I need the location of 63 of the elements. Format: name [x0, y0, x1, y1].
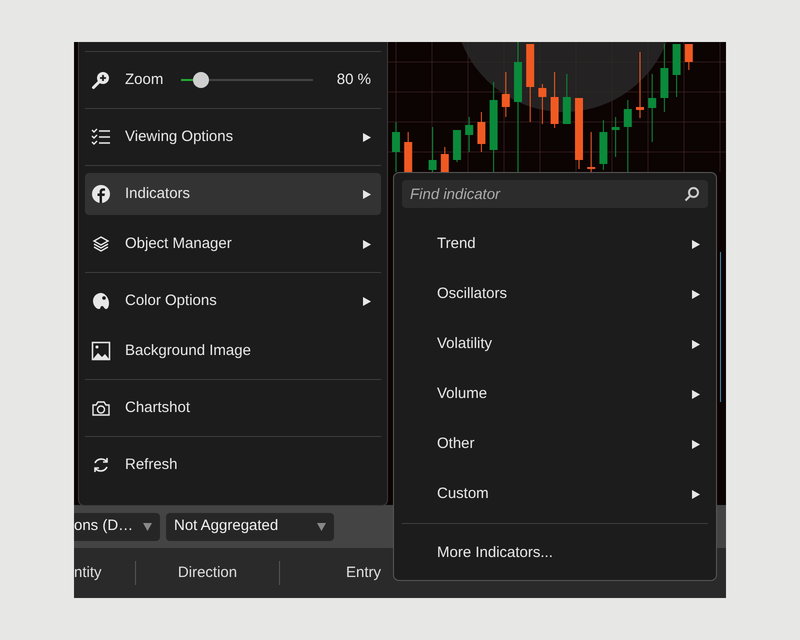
candle [502, 72, 510, 118]
candle [392, 122, 400, 172]
candle [538, 84, 546, 124]
palette-icon [91, 291, 111, 311]
submenu-arrow-icon [692, 490, 700, 498]
menu-item[interactable]: Color Options [85, 280, 381, 322]
image-icon [91, 341, 111, 361]
submenu-arrow-icon [363, 190, 371, 198]
submenu-arrow-icon [692, 290, 700, 298]
menu-item[interactable]: More Indicators... [402, 528, 708, 578]
menu-item[interactable]: Chartshot [85, 387, 381, 429]
submenu-arrow-icon [692, 440, 700, 448]
candle [477, 112, 486, 152]
menu-label: Zoom [125, 70, 164, 90]
candle [587, 132, 596, 172]
dropdown[interactable]: ons (D… [74, 512, 160, 540]
candle [453, 130, 461, 162]
menu-item[interactable]: Other [402, 419, 708, 469]
search-icon [684, 186, 700, 202]
dropdown[interactable]: Not Aggregated [166, 512, 334, 540]
column-header: Entry [346, 562, 382, 583]
candle [404, 132, 412, 172]
menu-item[interactable]: Volume [402, 369, 708, 419]
candle [562, 74, 571, 124]
candle [612, 116, 620, 158]
zoom-in-icon [91, 70, 111, 90]
candle [660, 44, 668, 112]
search-field[interactable]: Find indicator [402, 180, 708, 208]
zoom-value: 80 % [336, 70, 371, 90]
menu-item[interactable]: Viewing Options [85, 116, 381, 158]
candle [684, 44, 693, 70]
submenu-arrow-icon [363, 240, 371, 248]
zoom-slider[interactable] [181, 72, 313, 88]
menu-item[interactable]: Background Image [85, 330, 381, 372]
checklist-icon [91, 127, 111, 147]
caret-icon [317, 522, 326, 530]
candle [575, 98, 583, 170]
candle [440, 146, 449, 172]
menu-item[interactable]: Object Manager [85, 223, 381, 265]
column-header: ntity [74, 562, 102, 583]
candle [550, 72, 559, 128]
submenu-arrow-icon [363, 296, 371, 306]
refresh-icon [91, 455, 111, 475]
candle [672, 44, 681, 98]
candle [599, 120, 608, 170]
candle [428, 126, 437, 172]
submenu-arrow-icon [692, 240, 700, 248]
candle [648, 74, 656, 142]
circle-f-icon [91, 184, 111, 204]
menu-item[interactable]: Trend [402, 219, 708, 269]
menu-item[interactable]: Volatility [402, 319, 708, 369]
menu-item[interactable]: Refresh [85, 444, 381, 486]
candle [465, 116, 474, 152]
menu-item[interactable]: Indicators [85, 173, 381, 215]
submenu-arrow-icon [692, 340, 700, 348]
candle [636, 52, 644, 118]
layers-icon [91, 234, 111, 254]
caret-icon [143, 522, 152, 530]
column-header: Direction [178, 562, 238, 583]
menu-item[interactable]: Custom [402, 469, 708, 519]
submenu-arrow-icon [692, 390, 700, 398]
submenu-arrow-icon [363, 132, 371, 142]
menu-item[interactable]: Oscillators [402, 269, 708, 319]
